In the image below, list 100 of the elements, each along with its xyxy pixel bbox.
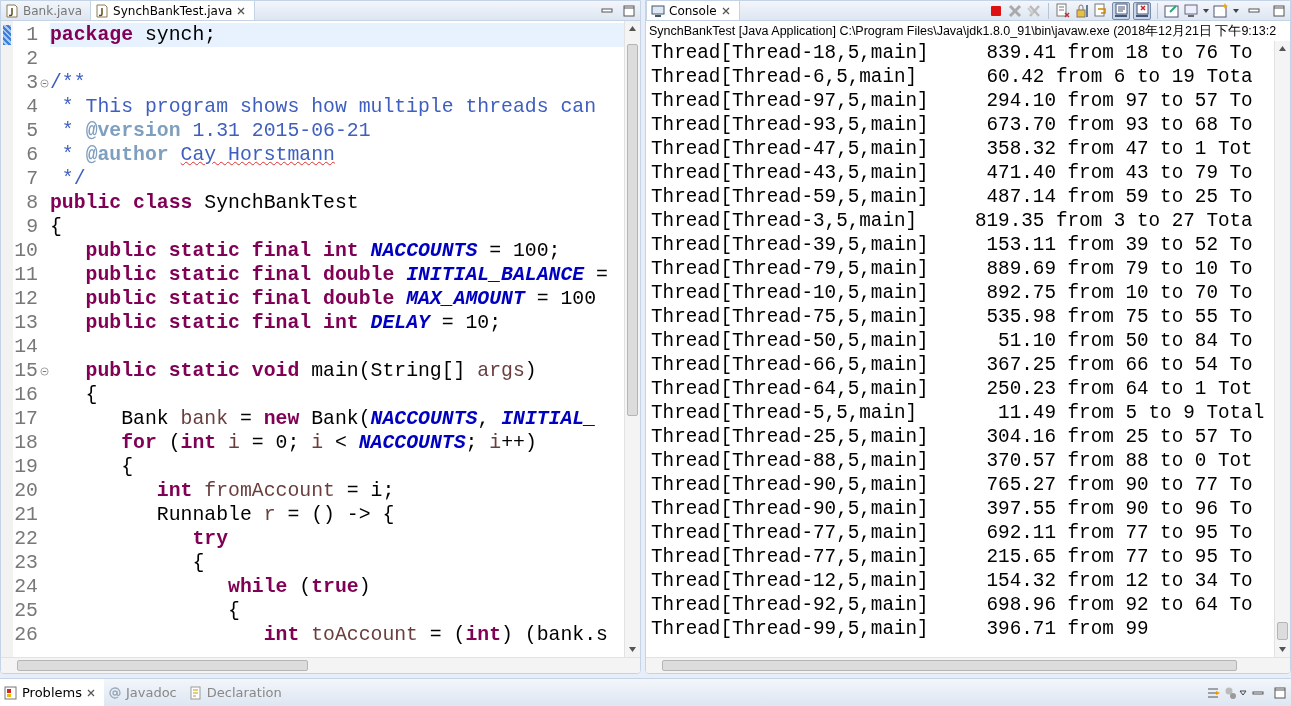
code-line: /** (50, 71, 86, 95)
line-number: 15 (13, 360, 38, 382)
maximize-icon[interactable] (622, 3, 636, 18)
scroll-lock-icon[interactable] (1074, 2, 1090, 19)
line-number: 10 (13, 240, 38, 262)
code-line: { (120, 455, 134, 479)
scroll-down-icon[interactable] (629, 647, 636, 652)
horizontal-scrollbar[interactable] (1, 657, 640, 673)
code-line: { (50, 215, 62, 239)
line-number: 9 (25, 216, 38, 238)
console-output-line: Thread[Thread-43,5,main] 471.40 from 43 to 79 To (651, 161, 1254, 185)
scroll-thumb[interactable] (1277, 622, 1288, 640)
code-line: public static void main(String[] args) (84, 359, 537, 383)
console-output-line: Thread[Thread-64,5,main] 250.23 from 64 to 1 Tot (651, 377, 1254, 401)
console-output-line: Thread[Thread-10,5,main] 892.75 from 10 to 70 To (651, 281, 1254, 305)
dropdown-caret-icon[interactable] (1202, 6, 1210, 15)
dropdown-caret-icon[interactable] (1232, 6, 1240, 15)
line-number: 19 (13, 456, 38, 478)
console-output-line: Thread[Thread-88,5,main] 370.57 from 88 to 0 Tot (651, 449, 1254, 473)
console-tab[interactable]: Console (646, 1, 740, 20)
scroll-up-icon[interactable] (1279, 46, 1286, 51)
console-output-line: Thread[Thread-66,5,main] 367.25 from 66 to 54 To (651, 353, 1254, 377)
collapse-icon[interactable] (39, 366, 49, 376)
scroll-thumb[interactable] (662, 660, 1238, 671)
clear-console-icon[interactable] (1055, 2, 1071, 19)
problems-icon (4, 685, 18, 700)
code-line: try (191, 527, 229, 551)
document-icon (188, 685, 203, 700)
code-line: package synch; (50, 23, 217, 47)
console-output-line: Thread[Thread-50,5,main] 51.10 from 50 to 84 To (651, 329, 1254, 353)
code-line: public static final int NACCOUNTS = 100; (84, 239, 561, 263)
console-output-line: Thread[Thread-97,5,main] 294.10 from 97 to 57 To (651, 89, 1254, 113)
code-line: public static final int DELAY = 10; (84, 311, 502, 335)
code-line: Bank bank = new Bank(NACCOUNTS, INITIAL_ (120, 407, 597, 431)
maximize-icon[interactable] (1273, 685, 1287, 700)
scroll-up-icon[interactable] (629, 26, 636, 31)
line-number: 4 (25, 96, 38, 118)
console-output-line: Thread[Thread-90,5,main] 765.27 from 90 to 77 To (651, 473, 1254, 497)
line-number: 20 (13, 480, 38, 502)
maximize-icon[interactable] (1272, 3, 1286, 18)
code-line: public static final double MAX_AMOUNT = 100 (84, 287, 597, 311)
code-line: while (true) (227, 575, 371, 599)
editor-tab[interactable]: Bank.java (1, 1, 91, 20)
line-number: 3 (25, 72, 38, 94)
line-number: 6 (25, 144, 38, 166)
show-on-error-icon[interactable] (1133, 1, 1151, 20)
process-title: SynchBankTest [Java Application] C:\Program Files\Java\jdk1.8.0_91\bin\javaw.exe (2018年12月21日 下午9:13:2 (648, 23, 1278, 40)
line-number: 26 (13, 624, 38, 646)
close-icon[interactable] (236, 5, 247, 16)
bottom-tab[interactable]: Problems (0, 679, 104, 706)
dropdown-caret-icon[interactable] (1239, 688, 1247, 697)
line-number: 2 (25, 48, 38, 70)
line-number: 1 (25, 24, 38, 46)
console-output-line: Thread[Thread-93,5,main] 673.70 from 93 to 68 To (651, 113, 1254, 137)
console-output-line: Thread[Thread-25,5,main] 304.16 from 25 to 57 To (651, 425, 1254, 449)
collapse-icon[interactable] (39, 78, 49, 88)
console-output-line: Thread[Thread-59,5,main] 487.14 from 59 to 25 To (651, 185, 1254, 209)
line-number: 16 (13, 384, 38, 406)
close-icon[interactable] (85, 687, 96, 698)
console-output-line: Thread[Thread-39,5,main] 153.11 from 39 to 52 To (651, 233, 1254, 257)
line-number: 21 (13, 504, 38, 526)
console-output-line: Thread[Thread-77,5,main] 692.11 from 77 to 95 To (651, 521, 1254, 545)
console-output-line: Thread[Thread-5,5,main] 11.49 from 5 to 9 Total (651, 401, 1266, 425)
line-number: 13 (13, 312, 38, 334)
code-line: * @version 1.31 2015-06-21 (60, 119, 371, 143)
line-number: 23 (13, 552, 38, 574)
code-line: for (int i = 0; i < NACCOUNTS; i++) (120, 431, 537, 455)
console-output-line: Thread[Thread-77,5,main] 215.65 from 77 to 95 To (651, 545, 1254, 569)
console-output-line: Thread[Thread-92,5,main] 698.96 from 92 to 64 To (651, 593, 1254, 617)
line-number: 7 (25, 168, 38, 190)
display-console-icon[interactable] (1183, 2, 1199, 19)
scroll-thumb[interactable] (627, 44, 638, 416)
editor-tab[interactable]: SynchBankTest.java (90, 1, 256, 20)
remove-icon[interactable] (1007, 2, 1023, 19)
code-line: public static final double INITIAL_BALANCE = (84, 263, 608, 287)
code-line: */ (60, 167, 86, 191)
vertical-scrollbar[interactable] (624, 21, 640, 657)
code-line: int fromAccount = i; (155, 479, 395, 503)
line-number: 12 (13, 288, 38, 310)
console-output-line: Thread[Thread-75,5,main] 535.98 from 75 to 55 To (651, 305, 1254, 329)
console-output-line: Thread[Thread-6,5,main] 60.42 from 6 to 19 Tota (651, 65, 1254, 89)
java-file-icon (5, 3, 19, 18)
code-line: Runnable r = () -> { (155, 503, 395, 527)
show-on-output-icon[interactable] (1112, 1, 1130, 20)
code-line: * This program shows how multiple threads can (60, 95, 597, 119)
monitor-icon (651, 3, 665, 18)
line-number: 22 (13, 528, 38, 550)
scroll-down-icon[interactable] (1279, 647, 1286, 652)
close-icon[interactable] (720, 5, 731, 16)
code-line: { (84, 383, 98, 407)
console-output-line: Thread[Thread-99,5,main] 396.71 from 99 (651, 617, 1150, 641)
line-number: 11 (13, 264, 38, 286)
vertical-scrollbar[interactable] (1274, 41, 1290, 657)
horizontal-scrollbar[interactable] (646, 657, 1290, 673)
line-number: 14 (13, 336, 38, 358)
code-line: int toAccount = (int) (bank.s (262, 623, 608, 647)
scroll-thumb[interactable] (17, 660, 309, 671)
line-number: 8 (25, 192, 38, 214)
console-output-line: Thread[Thread-90,5,main] 397.55 from 90 to 96 To (651, 497, 1254, 521)
line-number: 24 (13, 576, 38, 598)
